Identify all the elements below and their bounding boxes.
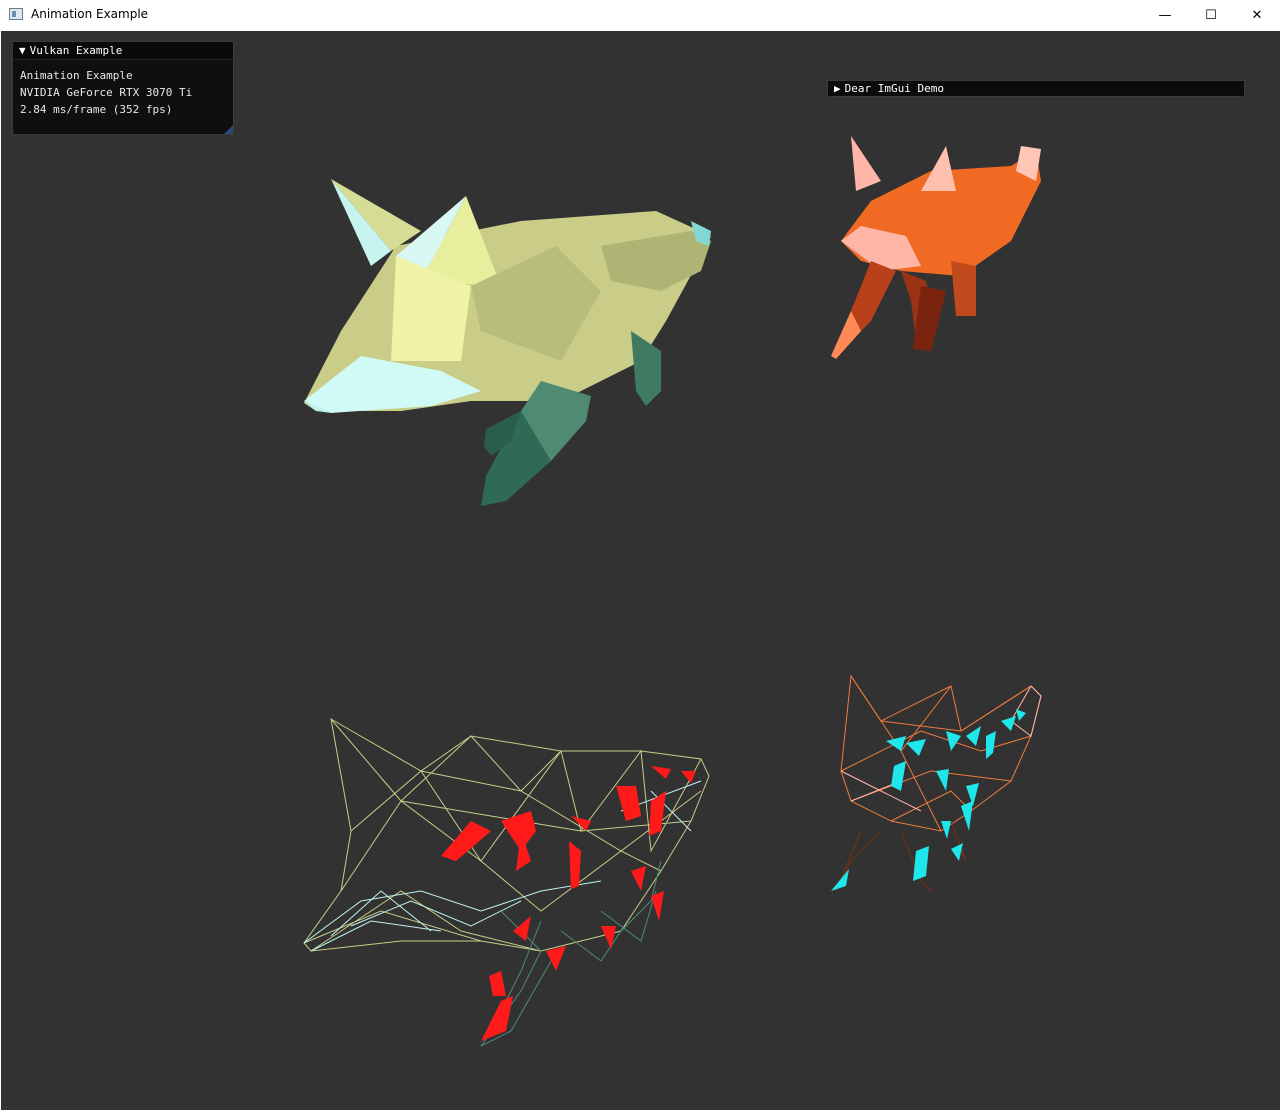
overlay-line-frametime: 2.84 ms/frame (352 fps): [20, 103, 173, 116]
close-button[interactable]: ✕: [1234, 0, 1280, 31]
fox-solid-orange: [831, 136, 1041, 359]
maximize-button[interactable]: ☐: [1188, 0, 1234, 31]
minimize-button[interactable]: —: [1142, 0, 1188, 31]
collapse-arrow-icon[interactable]: ▼: [19, 42, 26, 59]
window-titlebar: Animation Example — ☐ ✕: [0, 0, 1282, 31]
demo-window-label: Dear ImGui Demo: [844, 82, 944, 95]
fox-solid-green: [304, 179, 711, 506]
vulkan-example-overlay[interactable]: ▼ Vulkan Example Animation Example NVIDIA…: [12, 41, 234, 135]
joint-markers-red: [441, 766, 696, 1041]
overlay-header[interactable]: ▼ Vulkan Example: [13, 42, 233, 60]
joint-markers-cyan: [831, 709, 1026, 891]
fox-wireframe-orange: [831, 674, 1042, 892]
overlay-header-label: Vulkan Example: [29, 44, 123, 57]
app-window-icon: [9, 8, 23, 20]
fox-wireframe-green: [303, 718, 710, 1047]
overlay-line-app: Animation Example: [20, 69, 133, 82]
render-viewport[interactable]: ▼ Vulkan Example Animation Example NVIDIA…: [1, 31, 1280, 1110]
resize-grip[interactable]: [224, 125, 233, 134]
scene-canvas: [303, 136, 1042, 1047]
overlay-line-gpu: NVIDIA GeForce RTX 3070 Ti: [20, 86, 193, 99]
expand-arrow-icon[interactable]: ▶: [834, 81, 841, 96]
dear-imgui-demo-window[interactable]: ▶ Dear ImGui Demo: [827, 80, 1245, 97]
window-title: Animation Example: [31, 7, 149, 21]
